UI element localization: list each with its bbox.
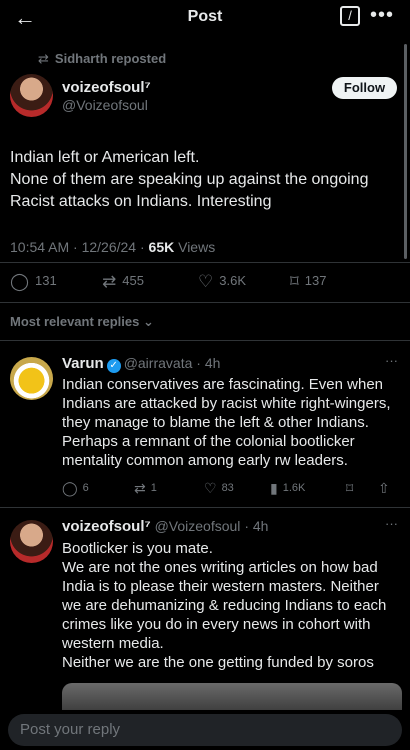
bookmark-button[interactable]: ⌑	[346, 480, 358, 497]
top-bar: ← Post / •••	[0, 0, 410, 34]
reply-actions: ◯ 6 ⇄ 1 ♡ 83 ▮ 1.6K ⌑ ⇧	[62, 480, 392, 498]
bookmark-icon: ⌑	[346, 480, 354, 496]
share-icon: ⇧	[378, 480, 390, 496]
post-text-line: Indian left or American left.	[10, 149, 200, 166]
reply-media-image[interactable]	[62, 683, 402, 713]
reply-header: Varun ✓ @airravata · 4h	[62, 355, 220, 373]
reply-text-line: Indian conservatives are fascinating. Ev…	[62, 376, 384, 393]
views-label: Views	[174, 239, 216, 255]
reply-author-name[interactable]: voizeofsoul⁷	[62, 518, 151, 535]
like-count: 3.6K	[219, 273, 246, 288]
like-button[interactable]: ♡ 3.6K	[198, 272, 246, 292]
reposted-by[interactable]: Sidharth reposted	[55, 51, 166, 66]
bookmark-button[interactable]: ⌑ 137	[290, 272, 326, 292]
more-icon[interactable]: ···	[385, 516, 398, 531]
reply-input[interactable]: Post your reply	[8, 714, 402, 746]
more-icon[interactable]: •••	[370, 4, 394, 27]
edit-icon[interactable]: /	[340, 6, 360, 26]
heart-icon: ♡	[198, 272, 214, 291]
reply-text-line: Neither we are the one getting funded by…	[62, 654, 374, 671]
bookmark-count: 137	[304, 273, 327, 288]
sort-replies-dropdown[interactable]: Most relevant replies ⌄	[10, 314, 154, 330]
repost-count: 1	[150, 482, 157, 494]
reply-count: 131	[35, 273, 57, 288]
repost-indicator: ⇄ Sidharth reposted	[38, 51, 166, 67]
sort-label: Most relevant replies	[10, 314, 140, 329]
reply-header: voizeofsoul⁷ @Voizeofsoul · 4h	[62, 518, 268, 535]
reply-author-handle[interactable]: @Voizeofsoul	[155, 518, 241, 534]
verified-badge-icon: ✓	[106, 359, 121, 373]
views-count: 1.6K	[282, 482, 306, 494]
reply-icon: ◯	[62, 480, 78, 496]
reply-button[interactable]: ◯ 6	[62, 480, 89, 497]
reply-age[interactable]: · 4h	[244, 518, 268, 534]
reply-text-line: mentality common among early rw leaders.	[62, 452, 348, 469]
post-timestamp[interactable]: 10:54 AM · 12/26/24 ·	[10, 239, 149, 255]
reply-text-line: Indians are attacked by racist white rig…	[62, 395, 391, 412]
reply-count: 6	[82, 482, 89, 494]
views-button[interactable]: ▮ 1.6K	[270, 480, 305, 497]
divider	[0, 262, 410, 263]
author-handle[interactable]: @Voizeofsoul	[62, 97, 148, 113]
post-text-line: None of them are speaking up against the…	[10, 171, 369, 188]
author-name[interactable]: voizeofsoul⁷	[62, 79, 151, 96]
heart-icon: ♡	[204, 480, 217, 496]
repost-icon: ⇄	[134, 480, 146, 496]
divider	[0, 340, 410, 341]
like-button[interactable]: ♡ 83	[204, 480, 234, 497]
reply-text-line: We are not the ones writing articles on …	[62, 559, 378, 576]
reply-author-name[interactable]: Varun	[62, 355, 104, 372]
reply-text-line: we are dehumanizing & reducing Indians t…	[62, 597, 387, 614]
reply-author-handle[interactable]: @airravata	[124, 355, 193, 371]
avatar[interactable]	[10, 520, 53, 563]
reply-text-line: Perhaps a remnant of the colonial bootli…	[62, 433, 355, 450]
repost-button[interactable]: ⇄ 1	[134, 480, 157, 497]
reply-text-line: they manage to blame the left & other In…	[62, 414, 369, 431]
repost-icon: ⇄	[38, 51, 49, 66]
reply-icon: ◯	[10, 272, 30, 291]
reply-text-line: Bootlicker is you mate.	[62, 540, 213, 557]
repost-button[interactable]: ⇄ 455	[102, 272, 144, 292]
reply-composer: Post your reply	[0, 710, 410, 750]
divider	[0, 507, 410, 508]
chevron-down-icon: ⌄	[142, 314, 154, 329]
reply-text: Indian conservatives are fascinating. Ev…	[62, 375, 406, 470]
post-text: Indian left or American left. None of th…	[10, 147, 400, 213]
like-count: 83	[221, 482, 234, 494]
reply-text-line: crimes like you do in every news in coho…	[62, 616, 371, 633]
follow-button[interactable]: Follow	[332, 77, 397, 99]
reply-button[interactable]: ◯ 131	[10, 272, 57, 292]
avatar[interactable]	[10, 357, 53, 400]
avatar[interactable]	[10, 74, 53, 117]
views-chart-icon: ▮	[270, 480, 278, 496]
repost-count: 455	[122, 273, 144, 288]
post-actions: ◯ 131 ⇄ 455 ♡ 3.6K ⌑ 137	[10, 272, 400, 294]
more-icon[interactable]: ···	[385, 353, 398, 368]
reply-text-line: India is to please their western masters…	[62, 578, 379, 595]
reply-text: Bootlicker is you mate. We are not the o…	[62, 539, 406, 672]
post-meta: 10:54 AM · 12/26/24 · 65K Views	[10, 239, 215, 255]
bookmark-icon: ⌑	[290, 272, 299, 291]
reply-age[interactable]: · 4h	[196, 355, 220, 371]
share-button[interactable]: ⇧	[378, 480, 395, 497]
divider	[0, 302, 410, 303]
repost-icon: ⇄	[102, 272, 117, 291]
post-text-line: Racist attacks on Indians. Interesting	[10, 193, 272, 210]
reply-text-line: western media.	[62, 635, 164, 652]
scrollbar[interactable]	[404, 44, 407, 259]
views-count: 65K	[148, 239, 175, 255]
